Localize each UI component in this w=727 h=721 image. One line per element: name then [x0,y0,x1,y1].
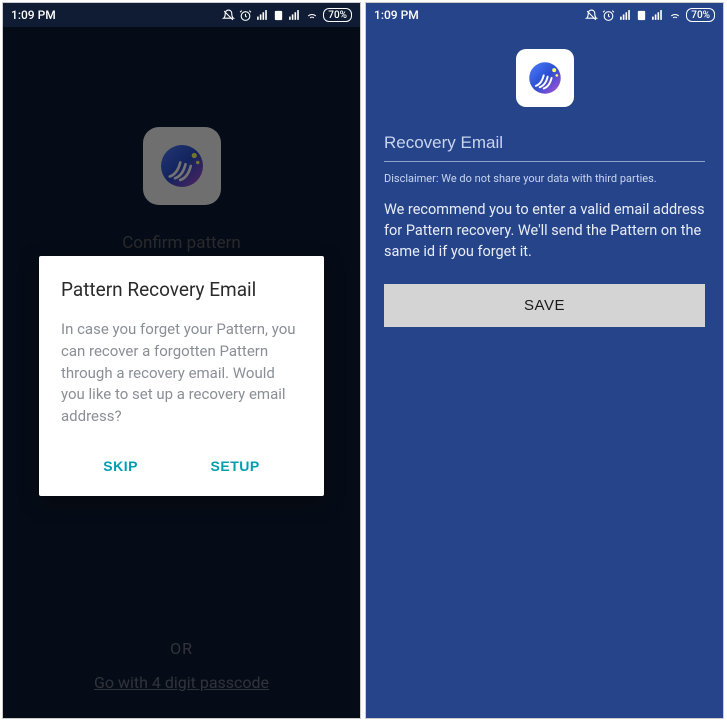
recovery-email-form: Disclaimer: We do not share your data wi… [366,27,723,718]
dialog-title: Pattern Recovery Email [61,278,302,301]
status-bar: 1:09 PM 70% [366,3,723,27]
alarm-icon [602,9,615,22]
dialog-body: In case you forget your Pattern, you can… [61,319,302,428]
signal2-icon [651,9,664,22]
recovery-email-dialog: Pattern Recovery Email In case you forge… [39,256,324,496]
setup-button[interactable]: SETUP [199,450,272,482]
signal2-icon [288,9,301,22]
disclaimer-text: Disclaimer: We do not share your data wi… [384,172,705,185]
battery-indicator: 70% [686,8,715,22]
status-right: 70% [585,8,715,22]
alarm-icon [239,9,252,22]
battery-indicator: 70% [323,8,352,22]
wifi-icon [305,9,319,22]
status-right: 70% [222,8,352,22]
dnd-icon [222,9,235,22]
sim-icon [636,9,647,22]
screen-pattern-dialog: 1:09 PM 70% Confirm pattern OR Go with 4… [2,2,361,719]
status-time: 1:09 PM [374,8,419,22]
dialog-actions: SKIP SETUP [61,450,302,482]
skip-button[interactable]: SKIP [91,450,150,482]
signal-icon [256,9,269,22]
dnd-icon [585,9,598,22]
recovery-email-input[interactable] [384,127,705,162]
recommend-text: We recommend you to enter a valid email … [384,199,705,262]
status-time: 1:09 PM [11,8,56,22]
wifi-icon [668,9,682,22]
sim-icon [273,9,284,22]
app-logo [516,49,574,107]
signal-icon [619,9,632,22]
status-bar: 1:09 PM 70% [3,3,360,27]
save-button[interactable]: SAVE [384,284,705,327]
screen-recovery-email: 1:09 PM 70% Disclaimer: We do not share … [365,2,724,719]
